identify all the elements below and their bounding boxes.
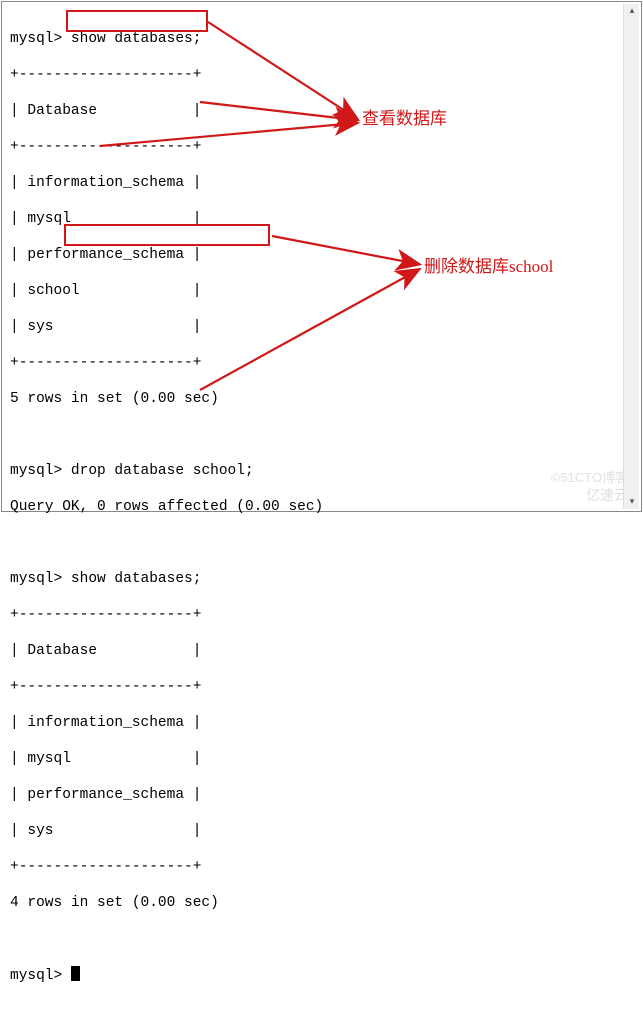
cursor-icon [71,966,80,981]
line-prompt-cursor[interactable]: mysql> [10,966,633,984]
line-blank [10,534,633,552]
line-cmd-drop: mysql> drop database school; [10,462,633,480]
line-cmd-show2: mysql> show databases; [10,570,633,588]
annotation-view-db: 查看数据库 [362,110,447,128]
watermark-51cto: ©51CTO博客 [551,469,628,487]
line-row: | sys | [10,318,633,336]
line-row: | school | [10,282,633,300]
line-header: | Database | [10,642,633,660]
line-sep: +--------------------+ [10,354,633,372]
line-row: | information_schema | [10,174,633,192]
scroll-up-icon[interactable]: ▴ [627,6,637,16]
annotation-drop-db: 删除数据库school [424,258,553,276]
highlight-box-show [66,10,208,32]
line-blank [10,930,633,948]
line-sep: +--------------------+ [10,66,633,84]
line-summary2: 4 rows in set (0.00 sec) [10,894,633,912]
line-row: | performance_schema | [10,786,633,804]
line-sep: +--------------------+ [10,606,633,624]
scroll-down-icon[interactable]: ▾ [627,497,637,507]
line-sep: +--------------------+ [10,138,633,156]
line-cmd-show1: mysql> show databases; [10,30,633,48]
terminal-content: mysql> show databases; +----------------… [2,2,641,1024]
highlight-box-drop [64,224,270,246]
line-row: | information_schema | [10,714,633,732]
line-sep: +--------------------+ [10,858,633,876]
line-row: | mysql | [10,750,633,768]
line-row: | sys | [10,822,633,840]
line-sep: +--------------------+ [10,678,633,696]
vertical-scrollbar[interactable]: ▴ ▾ [623,4,639,509]
watermark-yisu: 亿速云 [586,486,628,504]
line-summary1: 5 rows in set (0.00 sec) [10,390,633,408]
line-blank [10,426,633,444]
line-header: | Database | [10,102,633,120]
line-drop-result: Query OK, 0 rows affected (0.00 sec) [10,498,633,516]
